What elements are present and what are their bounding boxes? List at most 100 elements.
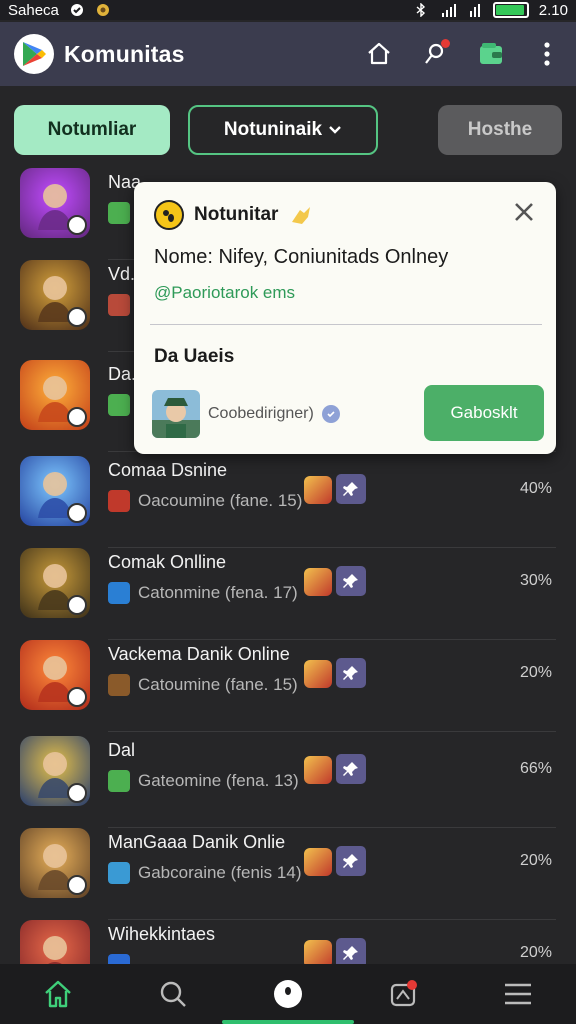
community-thumbnail bbox=[20, 548, 90, 618]
nav-menu[interactable] bbox=[498, 974, 538, 1014]
notifications-button[interactable] bbox=[420, 39, 450, 69]
pin-icon bbox=[343, 482, 358, 496]
filter-dropdown-notuninaik[interactable]: Notuninaik bbox=[188, 105, 378, 155]
activity-percent: 20% bbox=[519, 944, 552, 961]
more-vertical-icon bbox=[544, 42, 550, 66]
home-icon bbox=[44, 980, 71, 1008]
member-avatar bbox=[304, 660, 332, 688]
game-icon bbox=[108, 490, 130, 512]
close-icon bbox=[515, 203, 533, 221]
game-icon bbox=[108, 862, 130, 884]
member-avatar bbox=[304, 476, 332, 504]
list-item[interactable]: Comaa Dsnine Oacoumine (fane. 15) 40% bbox=[0, 456, 576, 548]
filter-chip-hosthe[interactable]: Hosthe bbox=[438, 105, 562, 155]
community-meta: Catoumine (fane. 15) bbox=[108, 674, 298, 696]
popup-section-title: Da Uaeis bbox=[154, 346, 235, 367]
hamburger-menu-icon bbox=[505, 983, 532, 1005]
page-title: Komunitas bbox=[64, 40, 185, 67]
community-meta bbox=[108, 954, 138, 964]
row-divider bbox=[108, 731, 556, 732]
game-icon bbox=[108, 674, 130, 696]
activity-percent: 30% bbox=[519, 572, 552, 589]
notification-icon bbox=[69, 3, 85, 17]
notification-badge bbox=[441, 39, 450, 48]
pin-icon bbox=[343, 762, 358, 776]
clock: 2.10 bbox=[538, 1, 568, 19]
play-store-logo-icon[interactable] bbox=[14, 34, 54, 74]
nav-home[interactable] bbox=[38, 974, 78, 1014]
game-icon bbox=[108, 770, 130, 792]
carrier-label: Saheca bbox=[8, 1, 59, 19]
wallet-button[interactable] bbox=[476, 39, 506, 69]
community-meta-text: Catonmine (fena. 17) bbox=[138, 583, 298, 602]
list-item[interactable]: Vackema Danik Online Catoumine (fane. 15… bbox=[0, 640, 576, 732]
center-action-icon bbox=[273, 980, 302, 1008]
app-notification-icon bbox=[95, 3, 111, 17]
game-icon bbox=[108, 582, 130, 604]
user-avatar bbox=[152, 390, 200, 438]
community-name: Vackema Danik Online bbox=[108, 644, 290, 664]
member-avatar bbox=[304, 568, 332, 596]
pin-button[interactable] bbox=[336, 846, 366, 876]
nav-center[interactable] bbox=[268, 974, 308, 1014]
nav-alerts[interactable] bbox=[383, 974, 423, 1014]
search-icon bbox=[160, 981, 186, 1007]
community-thumbnail bbox=[20, 920, 90, 964]
community-name: ManGaaa Danik Onlie bbox=[108, 832, 286, 852]
activity-percent: 40% bbox=[519, 480, 552, 497]
game-icon bbox=[108, 954, 130, 964]
community-meta: Gabcoraine (fenis 14) bbox=[108, 862, 301, 884]
home-button[interactable] bbox=[364, 39, 394, 69]
community-name: Dal bbox=[108, 740, 136, 760]
game-icon bbox=[108, 202, 130, 224]
community-meta-text: Oacoumine (fane. 15) bbox=[138, 491, 303, 510]
community-thumbnail bbox=[20, 736, 90, 806]
community-thumbnail bbox=[20, 640, 90, 710]
popup-divider bbox=[150, 324, 542, 325]
community-thumbnail bbox=[20, 828, 90, 898]
bluetooth-icon bbox=[415, 2, 431, 18]
popup-action-button[interactable]: Gabosklt bbox=[424, 385, 544, 441]
community-popup: Notunitar Nome: Nifey, Coniunitads Onlne… bbox=[134, 182, 556, 454]
pin-button[interactable] bbox=[336, 566, 366, 596]
wallet-icon bbox=[480, 43, 502, 64]
activity-percent: 20% bbox=[519, 664, 552, 681]
game-icon bbox=[108, 394, 130, 416]
list-item[interactable]: Comak Onlline Catonmine (fena. 17) 30% bbox=[0, 548, 576, 640]
wifi-signal-icon bbox=[467, 3, 483, 17]
popup-handle-link[interactable]: @Paoriotarok ems bbox=[154, 283, 295, 303]
pin-button[interactable] bbox=[336, 474, 366, 504]
game-icon bbox=[108, 294, 130, 316]
more-menu-button[interactable] bbox=[532, 39, 562, 69]
community-thumbnail bbox=[20, 260, 90, 330]
chevron-down-icon bbox=[329, 126, 341, 134]
filter-bar: Notumliar Notuninaik Hosthe bbox=[14, 104, 562, 156]
pin-button[interactable] bbox=[336, 938, 366, 964]
popup-title: Notunitar bbox=[194, 204, 279, 225]
battery-icon bbox=[492, 2, 529, 18]
community-thumbnail bbox=[20, 168, 90, 238]
alerts-icon bbox=[391, 980, 418, 1007]
community-meta-text: Catoumine (fane. 15) bbox=[138, 675, 298, 694]
home-icon bbox=[368, 42, 390, 65]
popup-user[interactable]: Coobedirigner) bbox=[152, 390, 340, 438]
nav-search[interactable] bbox=[153, 974, 193, 1014]
filter-chip-notumliar[interactable]: Notumliar bbox=[14, 105, 170, 155]
community-meta-text: Gateomine (fena. 13) bbox=[138, 771, 299, 790]
member-avatar bbox=[304, 940, 332, 964]
close-button[interactable] bbox=[512, 200, 536, 224]
community-name: Comaa Dsnine bbox=[108, 460, 228, 480]
pin-button[interactable] bbox=[336, 754, 366, 784]
member-avatar bbox=[304, 756, 332, 784]
hand-wave-icon bbox=[292, 207, 311, 224]
pin-icon bbox=[343, 574, 358, 588]
list-item[interactable]: Dal Gateomine (fena. 13) 66% bbox=[0, 736, 576, 828]
pin-icon bbox=[343, 666, 358, 680]
pin-button[interactable] bbox=[336, 658, 366, 688]
list-item[interactable]: Wihekkintaes 20% bbox=[0, 920, 576, 964]
nav-active-indicator bbox=[222, 1020, 354, 1024]
signal-icon bbox=[441, 3, 457, 17]
community-thumbnail bbox=[20, 456, 90, 526]
list-item[interactable]: ManGaaa Danik Onlie Gabcoraine (fenis 14… bbox=[0, 828, 576, 920]
pin-icon bbox=[343, 946, 358, 960]
